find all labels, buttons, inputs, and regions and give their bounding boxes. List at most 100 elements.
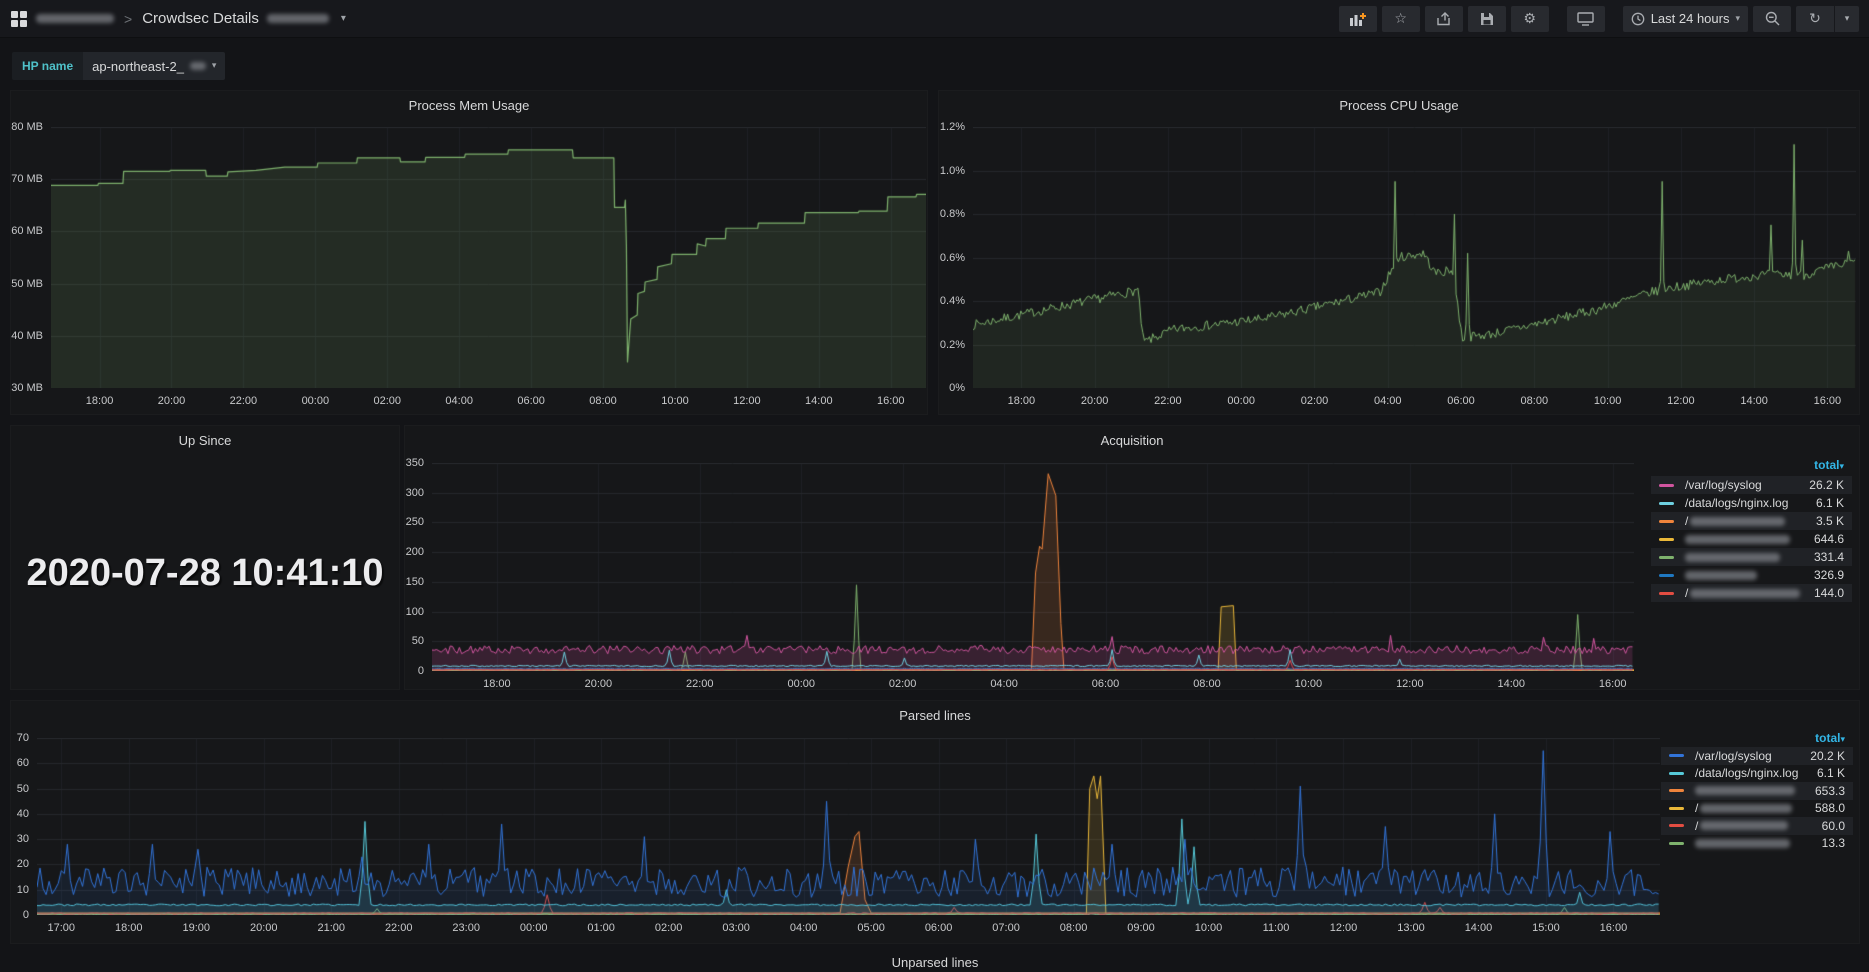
legend-series-label[interactable]: / xyxy=(1685,586,1800,600)
navbar: > Crowdsec Details ▾ ☆ ⚙ Last 24 hours xyxy=(0,0,1869,38)
legend-series-label[interactable]: / xyxy=(1695,801,1792,815)
x-tick-label: 03:00 xyxy=(706,922,766,934)
x-tick-label: 20:00 xyxy=(234,922,294,934)
y-tick-label: 0 xyxy=(11,909,29,921)
star-button[interactable]: ☆ xyxy=(1382,6,1420,32)
legend-row: 644.6 xyxy=(1651,530,1852,548)
series-color-dash-icon[interactable] xyxy=(1659,502,1674,505)
y-tick-label: 60 MB xyxy=(11,225,43,237)
legend-series-label[interactable]: /var/log/syslog xyxy=(1685,478,1762,492)
refresh-button[interactable]: ↻ xyxy=(1796,6,1834,32)
legend-series-label[interactable] xyxy=(1695,786,1795,795)
legend-table: total▾ /var/log/syslog 26.2 K/data/logs/ng… xyxy=(1651,426,1852,689)
template-variable-row: HP name ap-northeast-2_ ▾ xyxy=(12,52,225,80)
x-tick-label: 18:00 xyxy=(99,922,159,934)
process-cpu-usage-chart[interactable] xyxy=(973,127,1856,388)
legend-series-label[interactable] xyxy=(1685,553,1780,562)
x-tick-label: 10:00 xyxy=(1278,678,1338,690)
series-color-dash-icon[interactable] xyxy=(1669,772,1684,775)
redacted-text xyxy=(1685,535,1790,544)
cycle-view-button[interactable] xyxy=(1567,6,1605,32)
refresh-group: ↻ ▾ xyxy=(1796,6,1859,32)
panel-title[interactable]: Unparsed lines xyxy=(10,955,1860,970)
dashboards-grid-icon[interactable] xyxy=(10,10,28,28)
redacted-title-suffix xyxy=(267,14,329,23)
legend-sort-total[interactable]: total▾ xyxy=(1815,731,1845,745)
legend-total-value: 20.2 K xyxy=(1810,749,1845,763)
x-tick-label: 17:00 xyxy=(31,922,91,934)
save-button[interactable] xyxy=(1468,6,1506,32)
dashboard-caret-icon[interactable]: ▾ xyxy=(341,13,346,24)
redacted-text xyxy=(1690,589,1800,598)
legend-total-value: 6.1 K xyxy=(1816,496,1844,510)
series-color-dash-icon[interactable] xyxy=(1659,538,1674,541)
panel-process-cpu-usage: Process CPU Usage 18:0020:0022:0000:0002… xyxy=(938,90,1860,415)
y-tick-label: 200 xyxy=(405,546,424,558)
x-tick-label: 14:00 xyxy=(789,395,849,407)
acquisition-chart[interactable] xyxy=(432,463,1634,671)
x-tick-label: 06:00 xyxy=(1076,678,1136,690)
series-color-dash-icon[interactable] xyxy=(1669,807,1684,810)
x-tick-label: 14:00 xyxy=(1481,678,1541,690)
legend-row: 653.3 xyxy=(1661,782,1853,800)
x-tick-label: 22:00 xyxy=(1138,395,1198,407)
redacted-folder-name[interactable] xyxy=(36,14,114,23)
parsed-lines-chart[interactable] xyxy=(37,738,1660,915)
variable-dropdown[interactable]: ap-northeast-2_ ▾ xyxy=(83,52,225,80)
series-color-dash-icon[interactable] xyxy=(1669,842,1684,845)
legend-row: /data/logs/nginx.log 6.1 K xyxy=(1651,494,1852,512)
panel-title[interactable]: Process Mem Usage xyxy=(11,98,927,113)
share-button[interactable] xyxy=(1425,6,1463,32)
legend-series-label[interactable]: / xyxy=(1695,819,1788,833)
series-color-dash-icon[interactable] xyxy=(1669,754,1684,757)
legend-total-value: 13.3 xyxy=(1822,836,1845,850)
legend-series-label[interactable]: / xyxy=(1685,514,1785,528)
legend-series-label[interactable] xyxy=(1695,839,1790,848)
series-color-dash-icon[interactable] xyxy=(1669,789,1684,792)
add-panel-button[interactable] xyxy=(1339,6,1377,32)
settings-gear-button[interactable]: ⚙ xyxy=(1511,6,1549,32)
series-color-dash-icon[interactable] xyxy=(1659,520,1674,523)
x-tick-label: 19:00 xyxy=(166,922,226,934)
refresh-interval-caret[interactable]: ▾ xyxy=(1834,6,1859,32)
panel-title[interactable]: Acquisition xyxy=(405,433,1859,448)
zoom-out-button[interactable] xyxy=(1753,6,1791,32)
series-color-dash-icon[interactable] xyxy=(1659,574,1674,577)
x-tick-label: 08:00 xyxy=(573,395,633,407)
legend-series-label[interactable] xyxy=(1685,535,1790,544)
y-tick-label: 40 MB xyxy=(11,330,43,342)
x-tick-label: 07:00 xyxy=(976,922,1036,934)
legend-total-value: 26.2 K xyxy=(1809,478,1844,492)
legend-row: 13.3 xyxy=(1661,835,1853,853)
x-tick-label: 20:00 xyxy=(141,395,201,407)
legend-sort-total[interactable]: total▾ xyxy=(1814,458,1844,472)
panel-acquisition: Acquisition 18:0020:0022:0000:0002:0004:… xyxy=(404,425,1860,690)
x-tick-label: 00:00 xyxy=(1211,395,1271,407)
legend-series-label[interactable]: /data/logs/nginx.log xyxy=(1695,766,1798,780)
y-tick-label: 350 xyxy=(405,457,424,469)
y-tick-label: 0% xyxy=(939,382,965,394)
series-color-dash-icon[interactable] xyxy=(1659,484,1674,487)
legend-total-value: 6.1 K xyxy=(1817,766,1845,780)
process-mem-usage-chart[interactable] xyxy=(51,127,926,388)
variable-value: ap-northeast-2_ xyxy=(92,59,184,74)
redacted-text xyxy=(1695,839,1790,848)
series-color-dash-icon[interactable] xyxy=(1659,592,1674,595)
x-tick-label: 02:00 xyxy=(873,678,933,690)
redacted-text xyxy=(1685,553,1780,562)
panel-title[interactable]: Process CPU Usage xyxy=(939,98,1859,113)
series-color-dash-icon[interactable] xyxy=(1659,556,1674,559)
legend-series-label[interactable] xyxy=(1685,571,1757,580)
y-tick-label: 70 xyxy=(11,732,29,744)
series-color-dash-icon[interactable] xyxy=(1669,824,1684,827)
x-tick-label: 04:00 xyxy=(974,678,1034,690)
x-tick-label: 12:00 xyxy=(1313,922,1373,934)
panel-title[interactable]: Parsed lines xyxy=(11,708,1859,723)
legend-total-value: 60.0 xyxy=(1822,819,1845,833)
time-range-button[interactable]: Last 24 hours ▾ xyxy=(1623,6,1748,32)
dashboard-title[interactable]: Crowdsec Details xyxy=(142,10,259,27)
legend-series-label[interactable]: /var/log/syslog xyxy=(1695,749,1772,763)
panel-title[interactable]: Up Since xyxy=(11,433,399,448)
panel-process-mem-usage: Process Mem Usage 18:0020:0022:0000:0002… xyxy=(10,90,928,415)
legend-series-label[interactable]: /data/logs/nginx.log xyxy=(1685,496,1788,510)
